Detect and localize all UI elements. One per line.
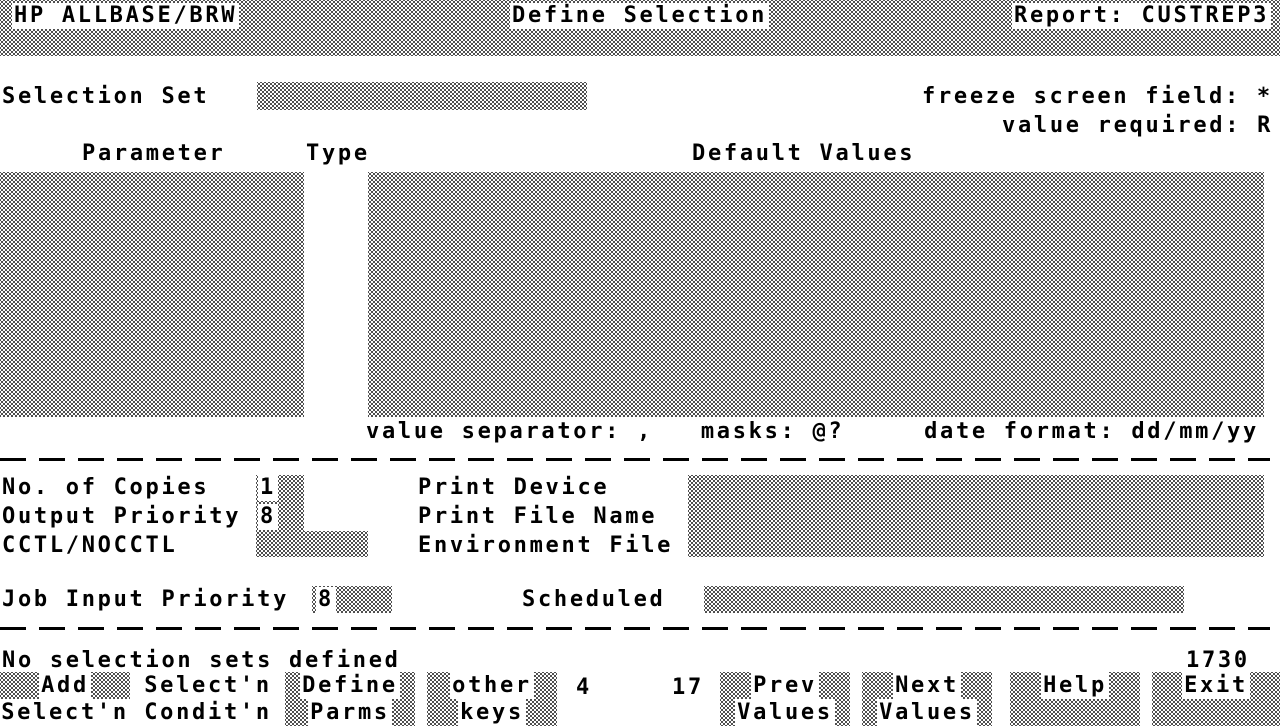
cctl-field[interactable] xyxy=(256,531,368,557)
cctl-label: CCTL/NOCCTL xyxy=(0,533,179,559)
scheduled-label: Scheduled xyxy=(520,587,668,613)
parameter-column-header: Parameter xyxy=(80,141,228,167)
default-values-column-header: Default Values xyxy=(690,141,917,167)
softkey-f1-label-line1: Add xyxy=(39,672,91,699)
softkey-f2-label-line1: Select'n xyxy=(142,672,274,699)
softkey-f2-label-line2: Condit'n xyxy=(142,699,274,726)
softkey-f2-selectn-conditn[interactable]: Select'n Condit'n xyxy=(143,672,273,726)
time-indicator: 1730 xyxy=(1184,648,1252,674)
terminal-screen: HP ALLBASE/BRW Define Selection Report: … xyxy=(0,0,1280,726)
output-priority-value: 8 xyxy=(258,504,278,530)
softkey-f8-exit[interactable]: Exit xyxy=(1152,672,1280,726)
type-column-header: Type xyxy=(304,141,372,167)
value-separator-note: value separator: , masks: @? date format… xyxy=(364,419,1261,445)
environment-file-label: Environment File xyxy=(416,533,675,559)
print-device-label: Print Device xyxy=(416,475,611,501)
softkey-f3-define-parms[interactable]: Define Parms xyxy=(285,672,415,726)
softkey-bank-number-left: 4 xyxy=(574,675,594,701)
softkey-f4-other-keys[interactable]: other keys xyxy=(427,672,557,726)
scheduled-field[interactable] xyxy=(704,586,1184,613)
freeze-screen-note: freeze screen field: * xyxy=(920,84,1275,110)
default-values-field[interactable] xyxy=(368,172,1264,417)
softkey-f7-label-line1: Help xyxy=(1041,672,1109,699)
softkey-f4-label-line2: keys xyxy=(458,699,526,726)
value-required-note: value required: R xyxy=(1000,113,1275,139)
softkey-f7-help[interactable]: Help xyxy=(1010,672,1140,726)
dashed-divider-top xyxy=(0,458,1270,461)
copies-label: No. of Copies xyxy=(0,475,211,501)
job-priority-value: 8 xyxy=(316,587,336,613)
report-label: Report: CUSTREP3 xyxy=(1012,3,1271,29)
app-title: HP ALLBASE/BRW xyxy=(12,3,239,29)
softkey-f8-label-line1: Exit xyxy=(1182,672,1250,699)
dashed-divider-bottom xyxy=(0,627,1270,630)
print-file-name-label: Print File Name xyxy=(416,504,659,530)
status-message: No selection sets defined xyxy=(0,648,403,674)
selection-set-label: Selection Set xyxy=(0,84,211,110)
job-priority-label: Job Input Priority xyxy=(0,587,291,613)
print-fields-box[interactable] xyxy=(688,475,1264,557)
softkey-bank-number-right: 17 xyxy=(670,675,706,701)
softkey-f3-label-line2: Parms xyxy=(308,699,392,726)
copies-value: 1 xyxy=(258,475,278,501)
output-priority-label: Output Priority xyxy=(0,504,243,530)
selection-set-field[interactable] xyxy=(257,82,587,110)
softkey-f6-next-values[interactable]: Next Values xyxy=(862,672,992,726)
softkey-f5-label-line1: Prev xyxy=(751,672,819,699)
parameter-field[interactable] xyxy=(0,172,304,417)
softkey-f6-label-line1: Next xyxy=(893,672,961,699)
screen-title: Define Selection xyxy=(510,3,769,29)
softkey-f6-label-line2: Values xyxy=(877,699,977,726)
softkey-f1-add-selectn[interactable]: Add Select'n xyxy=(0,672,130,726)
softkey-f1-label-line2: Select'n xyxy=(0,699,131,726)
softkey-f5-label-line2: Values xyxy=(735,699,835,726)
softkey-f5-prev-values[interactable]: Prev Values xyxy=(720,672,850,726)
softkey-f4-label-line1: other xyxy=(450,672,534,699)
softkey-f3-label-line1: Define xyxy=(300,672,400,699)
